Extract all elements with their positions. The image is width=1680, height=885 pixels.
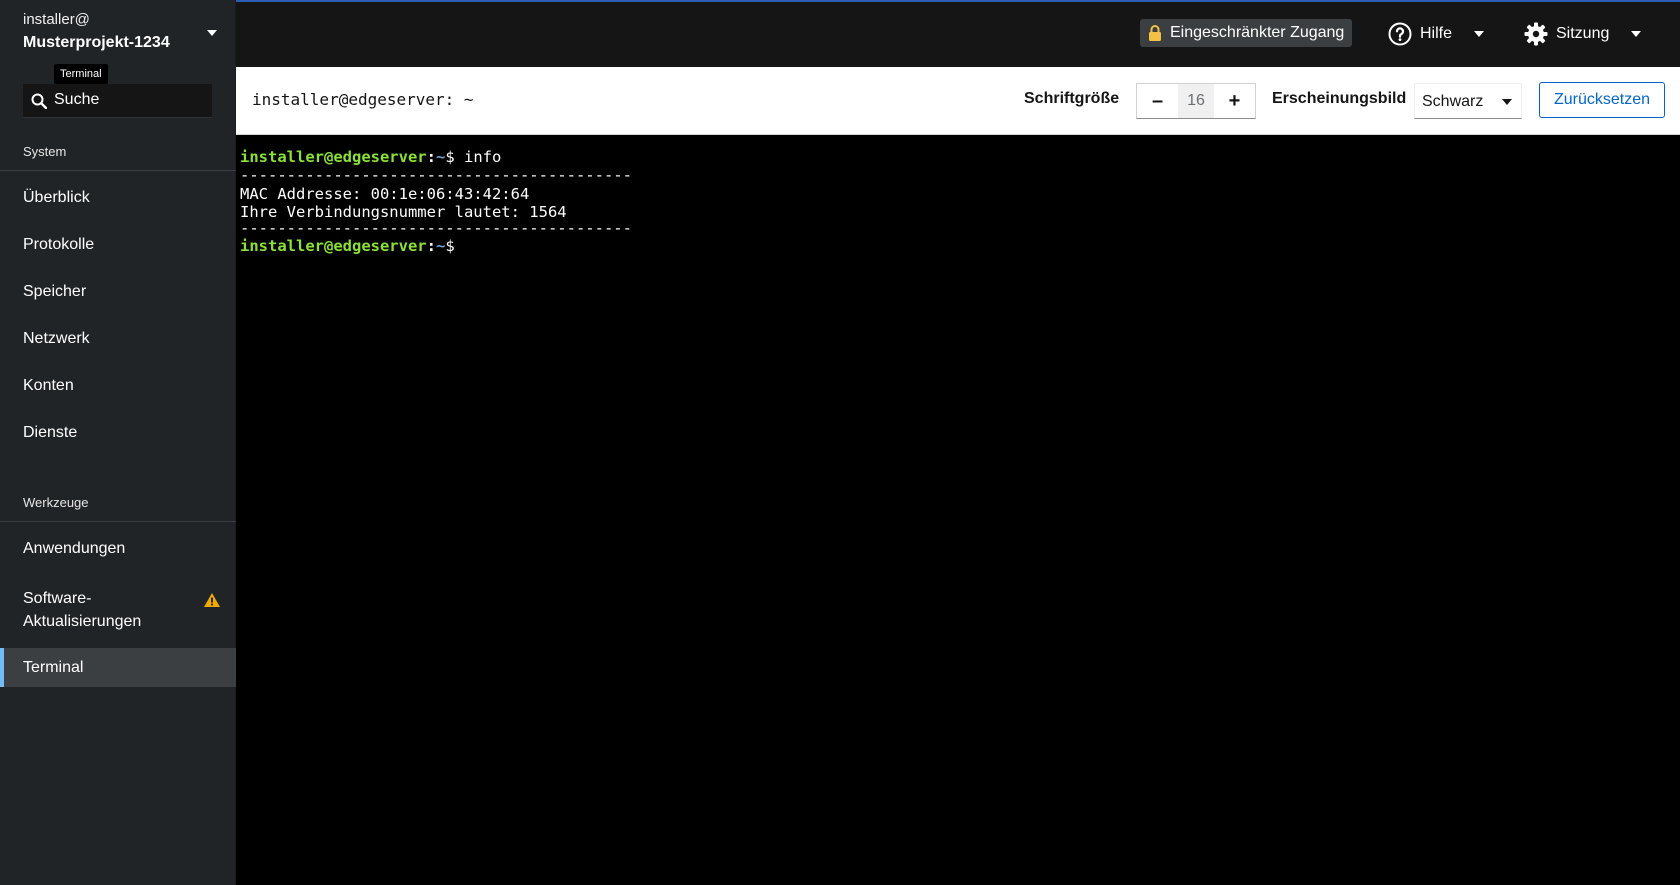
host-name: Musterprojekt-1234	[23, 34, 170, 51]
section-divider	[0, 521, 236, 522]
terminal-cursor	[454, 238, 464, 255]
appearance-label: Erscheinungsbild	[1272, 90, 1407, 107]
prompt-colon: :	[426, 237, 436, 255]
chevron-down-icon	[1631, 31, 1642, 37]
mac-address-line: MAC Addresse: 00:1e:06:43:42:64	[240, 185, 530, 203]
terminal-screen[interactable]: installer@edgeserver:~$ info -----------…	[236, 135, 1680, 885]
decrease-font-button[interactable]: –	[1137, 84, 1178, 118]
prompt-symbol: $	[445, 237, 455, 255]
chevron-down-icon	[1474, 31, 1485, 37]
separator-line: ----------------------------------------…	[240, 166, 632, 184]
gear-icon	[1524, 22, 1548, 46]
appearance-value: Schwarz	[1422, 93, 1484, 110]
warning-icon	[204, 593, 220, 607]
host-user: installer@	[23, 11, 90, 28]
nav-item-applications[interactable]: Anwendungen	[0, 540, 236, 558]
font-size-input[interactable]	[1178, 84, 1214, 118]
sidebar: installer@ Musterprojekt-1234 Terminal S…	[0, 0, 236, 885]
help-menu-button[interactable]: Hilfe	[1388, 18, 1485, 50]
nav-item-software-updates[interactable]: Software- Aktualisierungen	[0, 587, 236, 633]
terminal-command-line: installer@edgeserver:~$ info	[240, 148, 501, 166]
chevron-down-icon	[1502, 99, 1512, 105]
prompt-colon: :	[426, 148, 436, 166]
command-text: info	[454, 148, 502, 166]
restricted-access-badge[interactable]: Eingeschränkter Zugang	[1140, 19, 1353, 47]
restricted-access-label: Eingeschränkter Zugang	[1170, 24, 1345, 41]
section-title-tools: Werkzeuge	[23, 495, 89, 510]
session-label: Sitzung	[1556, 25, 1610, 42]
tooltip: Terminal	[54, 64, 108, 84]
prompt-user: installer@edgeserver	[240, 148, 427, 166]
search-box	[23, 84, 212, 118]
search-icon	[31, 93, 47, 109]
nav-item-services[interactable]: Dienste	[0, 424, 236, 442]
prompt-path: ~	[435, 237, 446, 255]
terminal-prompt-line: installer@edgeserver:~$	[240, 237, 464, 255]
separator-line: ----------------------------------------…	[240, 219, 632, 237]
nav-item-accounts[interactable]: Konten	[0, 377, 236, 395]
top-bar: Eingeschränkter Zugang Hilfe Sitzung	[236, 0, 1680, 67]
help-label: Hilfe	[1420, 25, 1453, 42]
section-divider	[0, 170, 236, 171]
increase-font-button[interactable]: +	[1214, 84, 1255, 118]
nav-item-overview[interactable]: Überblick	[0, 189, 236, 207]
search-input[interactable]	[54, 84, 204, 116]
terminal-toolbar: installer@edgeserver: ~ Schriftgröße – +…	[236, 67, 1680, 135]
lock-icon	[1149, 25, 1161, 41]
nav-item-logs[interactable]: Protokolle	[0, 236, 236, 254]
session-menu-button[interactable]: Sitzung	[1524, 18, 1642, 50]
help-icon	[1388, 22, 1412, 46]
chevron-down-icon[interactable]	[207, 30, 217, 36]
nav-item-network[interactable]: Netzwerk	[0, 330, 236, 348]
nav-item-label: Aktualisierungen	[23, 613, 142, 630]
terminal-title: installer@edgeserver: ~	[252, 90, 474, 109]
section-title-system: System	[23, 144, 67, 159]
prompt-symbol: $	[445, 148, 455, 166]
appearance-select[interactable]: Schwarz	[1414, 83, 1522, 119]
nav-item-storage[interactable]: Speicher	[0, 283, 236, 301]
host-switcher[interactable]: installer@ Musterprojekt-1234	[0, 0, 236, 66]
prompt-path: ~	[435, 148, 446, 166]
font-size-label: Schriftgröße	[1024, 90, 1120, 107]
nav-item-terminal[interactable]: Terminal	[0, 648, 236, 687]
font-size-stepper: – +	[1136, 83, 1256, 119]
prompt-user: installer@edgeserver	[240, 237, 427, 255]
reset-button[interactable]: Zurücksetzen	[1539, 82, 1665, 118]
